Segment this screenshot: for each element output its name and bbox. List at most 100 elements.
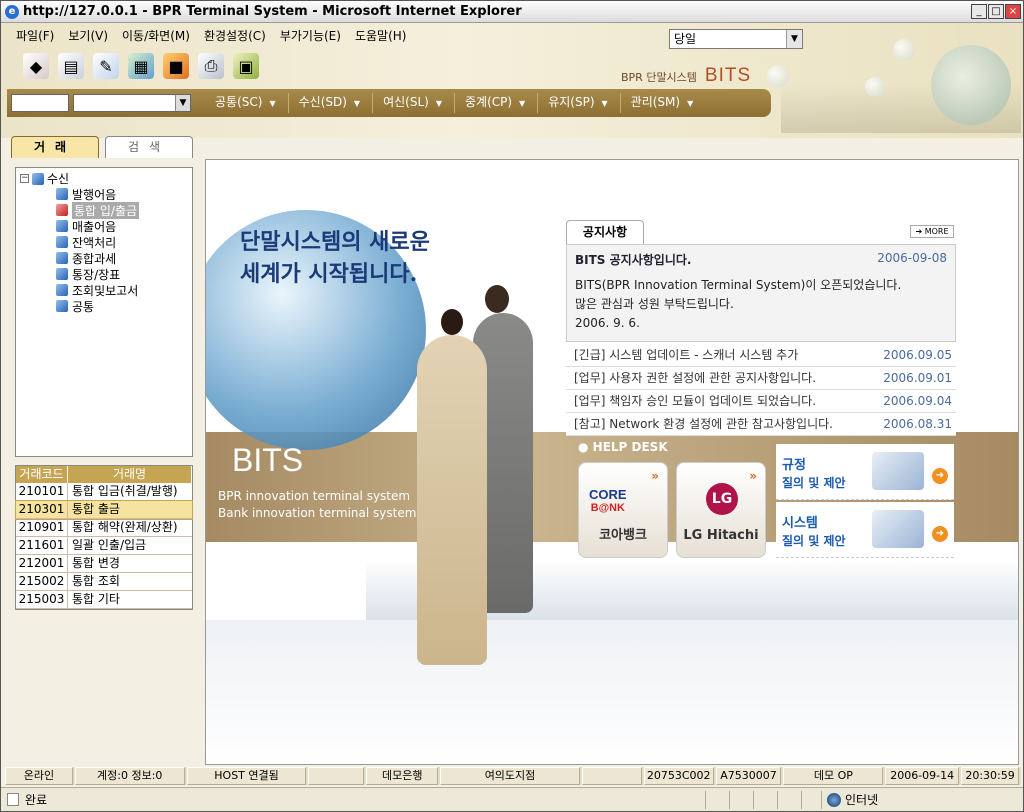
tree-item[interactable]: 종합과세 — [56, 250, 192, 266]
nav-item-cp[interactable]: 중계(CP) ▼ — [453, 93, 537, 113]
nav-item-sd[interactable]: 수신(SD) ▼ — [287, 93, 372, 113]
notice-item[interactable]: [업무] 책임자 승인 모듈이 업데이트 되었습니다. 2006.09.04 — [566, 390, 956, 413]
business-people-image — [411, 285, 559, 675]
menu-file[interactable]: 파일(F) — [9, 26, 61, 46]
more-button[interactable]: ➔ MORE — [910, 225, 954, 238]
tagline-1: BPR innovation terminal system — [218, 489, 411, 503]
menu-settings[interactable]: 환경설정(C) — [197, 26, 273, 46]
network-icon[interactable]: ▦ — [128, 53, 154, 79]
notice-item[interactable]: [참고] Network 환경 설정에 관한 참고사항입니다. 2006.08.3… — [566, 413, 956, 436]
nav-item-sc[interactable]: 공통(SC) ▼ — [205, 93, 288, 113]
eraser-icon[interactable]: ◆ — [23, 53, 49, 79]
system-inquiry-link[interactable]: 시스템 질의 및 제안 ➜ — [776, 502, 954, 558]
grid-header-name[interactable]: 거래명 — [68, 466, 192, 483]
table-row[interactable]: 215002 통합 조회 — [16, 573, 192, 591]
featured-notice-header: BITS 공지사항입니다. 2006-09-08 — [575, 251, 947, 268]
arrow-right-icon[interactable]: ➜ — [932, 526, 948, 542]
table-row[interactable]: 212001 통합 변경 — [16, 555, 192, 573]
status-empty — [308, 767, 365, 785]
notice-item[interactable]: [긴급] 시스템 업데이트 - 스캐너 시스템 추가 2006.09.05 — [566, 344, 956, 367]
nav-item-sl[interactable]: 여신(SL) ▼ — [372, 93, 454, 113]
notice-item[interactable]: [업무] 사용자 권한 설정에 관한 공지사항입니다. 2006.09.01 — [566, 367, 956, 390]
row-name: 통합 출금 — [72, 502, 120, 516]
row-code: 215003 — [16, 591, 68, 608]
monitor-icon[interactable]: ▣ — [233, 53, 259, 79]
status-host: HOST 연결됨 — [186, 767, 307, 785]
row-name: 통합 해약(완제/상환) — [72, 520, 178, 534]
grid-header: 거래코드 거래명 — [16, 466, 192, 483]
printer-icon[interactable]: ⎙ — [198, 53, 224, 79]
tree-root[interactable]: − 수신 — [20, 171, 192, 186]
corebank-logo-bottom: B@NK — [590, 502, 625, 514]
status-date: 2006-09-14 — [885, 767, 960, 785]
menu-navigate[interactable]: 이동/화면(M) — [115, 26, 197, 46]
transaction-grid: 거래코드 거래명 210101 통합 입금(취결/발행) 210301 통합 출금 … — [15, 465, 193, 610]
menu-view[interactable]: 보기(V) — [61, 26, 115, 46]
table-row[interactable]: 211601 일괄 인출/입금 — [16, 537, 192, 555]
lg-hitachi-card[interactable]: » LG LG Hitachi — [676, 462, 766, 558]
tree-item-label: 잔액처리 — [72, 235, 117, 250]
tree-item-label: 종합과세 — [72, 251, 117, 266]
status-divider — [705, 791, 706, 809]
notice-item-text: [긴급] 시스템 업데이트 - 스캐너 시스템 추가 — [574, 348, 799, 362]
featured-notice[interactable]: BITS 공지사항입니다. 2006-09-08 BITS(BPR Innova… — [566, 244, 956, 342]
banner-bits-logo: BITS — [232, 442, 304, 478]
minimize-button[interactable]: _ — [971, 4, 987, 19]
window-title: http://127.0.0.1 - BPR Terminal System -… — [23, 4, 522, 19]
transaction-select[interactable]: ▼ — [73, 94, 191, 112]
arrow-right-icon[interactable]: ➜ — [932, 468, 948, 484]
table-row-selected[interactable]: 210301 통합 출금 — [15, 500, 193, 520]
nav-item-label: 중계(CP) — [464, 95, 513, 109]
day-select[interactable]: 당일 ▼ — [669, 29, 803, 49]
tree-item[interactable]: 매출어음 — [56, 218, 192, 234]
chevron-down-icon: ▼ — [175, 95, 190, 111]
helpdesk-title: ● HELP DESK — [578, 440, 668, 454]
woman-figure — [417, 335, 487, 665]
blocks-icon[interactable]: ■ — [163, 53, 189, 79]
row-code: 210301 — [16, 501, 68, 518]
table-row[interactable]: 210101 통합 입금(취결/발행) — [16, 483, 192, 501]
brand-subtitle: BPR 단말시스템 — [621, 71, 697, 84]
maximize-button[interactable]: □ — [988, 4, 1004, 19]
rules-inquiry-link[interactable]: 규정 질의 및 제안 ➜ — [776, 444, 954, 500]
caret-down-icon: ▼ — [687, 99, 694, 108]
left-tabs: 거래 검색 — [11, 136, 199, 158]
featured-notice-title: BITS 공지사항입니다. — [575, 253, 692, 267]
headline-line-1: 단말시스템의 새로운 — [240, 229, 430, 255]
table-row[interactable]: 210901 통합 해약(완제/상환) — [16, 519, 192, 537]
table-row[interactable]: 215003 통합 기타 — [16, 591, 192, 609]
tree-item[interactable]: 공통 — [56, 298, 192, 314]
nav-item-label: 공통(SC) — [215, 95, 263, 109]
notice-tab[interactable]: 공지사항 — [566, 220, 644, 244]
edit-icon[interactable]: ✎ — [93, 53, 119, 79]
menu-bar: 파일(F) 보기(V) 이동/화면(M) 환경설정(C) 부가기능(E) 도움말… — [9, 26, 413, 46]
tree-item-label: 조회및보고서 — [72, 283, 139, 298]
grid-header-code[interactable]: 거래코드 — [16, 466, 68, 483]
corebank-card[interactable]: » CORE B@NK 코아뱅크 — [578, 462, 668, 558]
bubble-decoration — [767, 65, 789, 87]
woman-head — [441, 309, 463, 335]
tree-item[interactable]: 조회및보고서 — [56, 282, 192, 298]
row-name: 통합 입금(취결/발행) — [72, 484, 178, 498]
menu-extras[interactable]: 부가기능(E) — [273, 26, 348, 46]
tab-search[interactable]: 검색 — [105, 136, 193, 158]
nav-item-sm[interactable]: 관리(SM) ▼ — [619, 93, 706, 113]
zone-label: 인터넷 — [845, 793, 879, 807]
tab-transaction[interactable]: 거래 — [11, 136, 99, 158]
system-subtitle: 질의 및 제안 — [782, 534, 846, 548]
close-button[interactable]: × — [1005, 4, 1021, 19]
tree-item-selected[interactable]: 통합 입/출금 — [56, 201, 192, 219]
tree-item[interactable]: 잔액처리 — [56, 234, 192, 250]
tree-item[interactable]: 발행어음 — [56, 186, 192, 202]
book-icon[interactable]: ▤ — [58, 53, 84, 79]
collapse-icon[interactable]: − — [20, 174, 29, 183]
tree-item[interactable]: 통장/장표 — [56, 266, 192, 282]
status-terminal: 20753C002 — [643, 767, 714, 785]
status-operator: 데모 OP — [783, 767, 884, 785]
tree-item-label: 통장/장표 — [72, 267, 121, 282]
menu-help[interactable]: 도움말(H) — [348, 26, 414, 46]
app-status-bar: 온라인 계정:0 정보:0 HOST 연결됨 데모은행 여의도지점 20753C… — [5, 767, 1021, 785]
rules-subtitle: 질의 및 제안 — [782, 476, 846, 490]
transaction-code-input[interactable] — [11, 94, 69, 112]
nav-item-sp[interactable]: 유지(SP) ▼ — [537, 93, 619, 113]
